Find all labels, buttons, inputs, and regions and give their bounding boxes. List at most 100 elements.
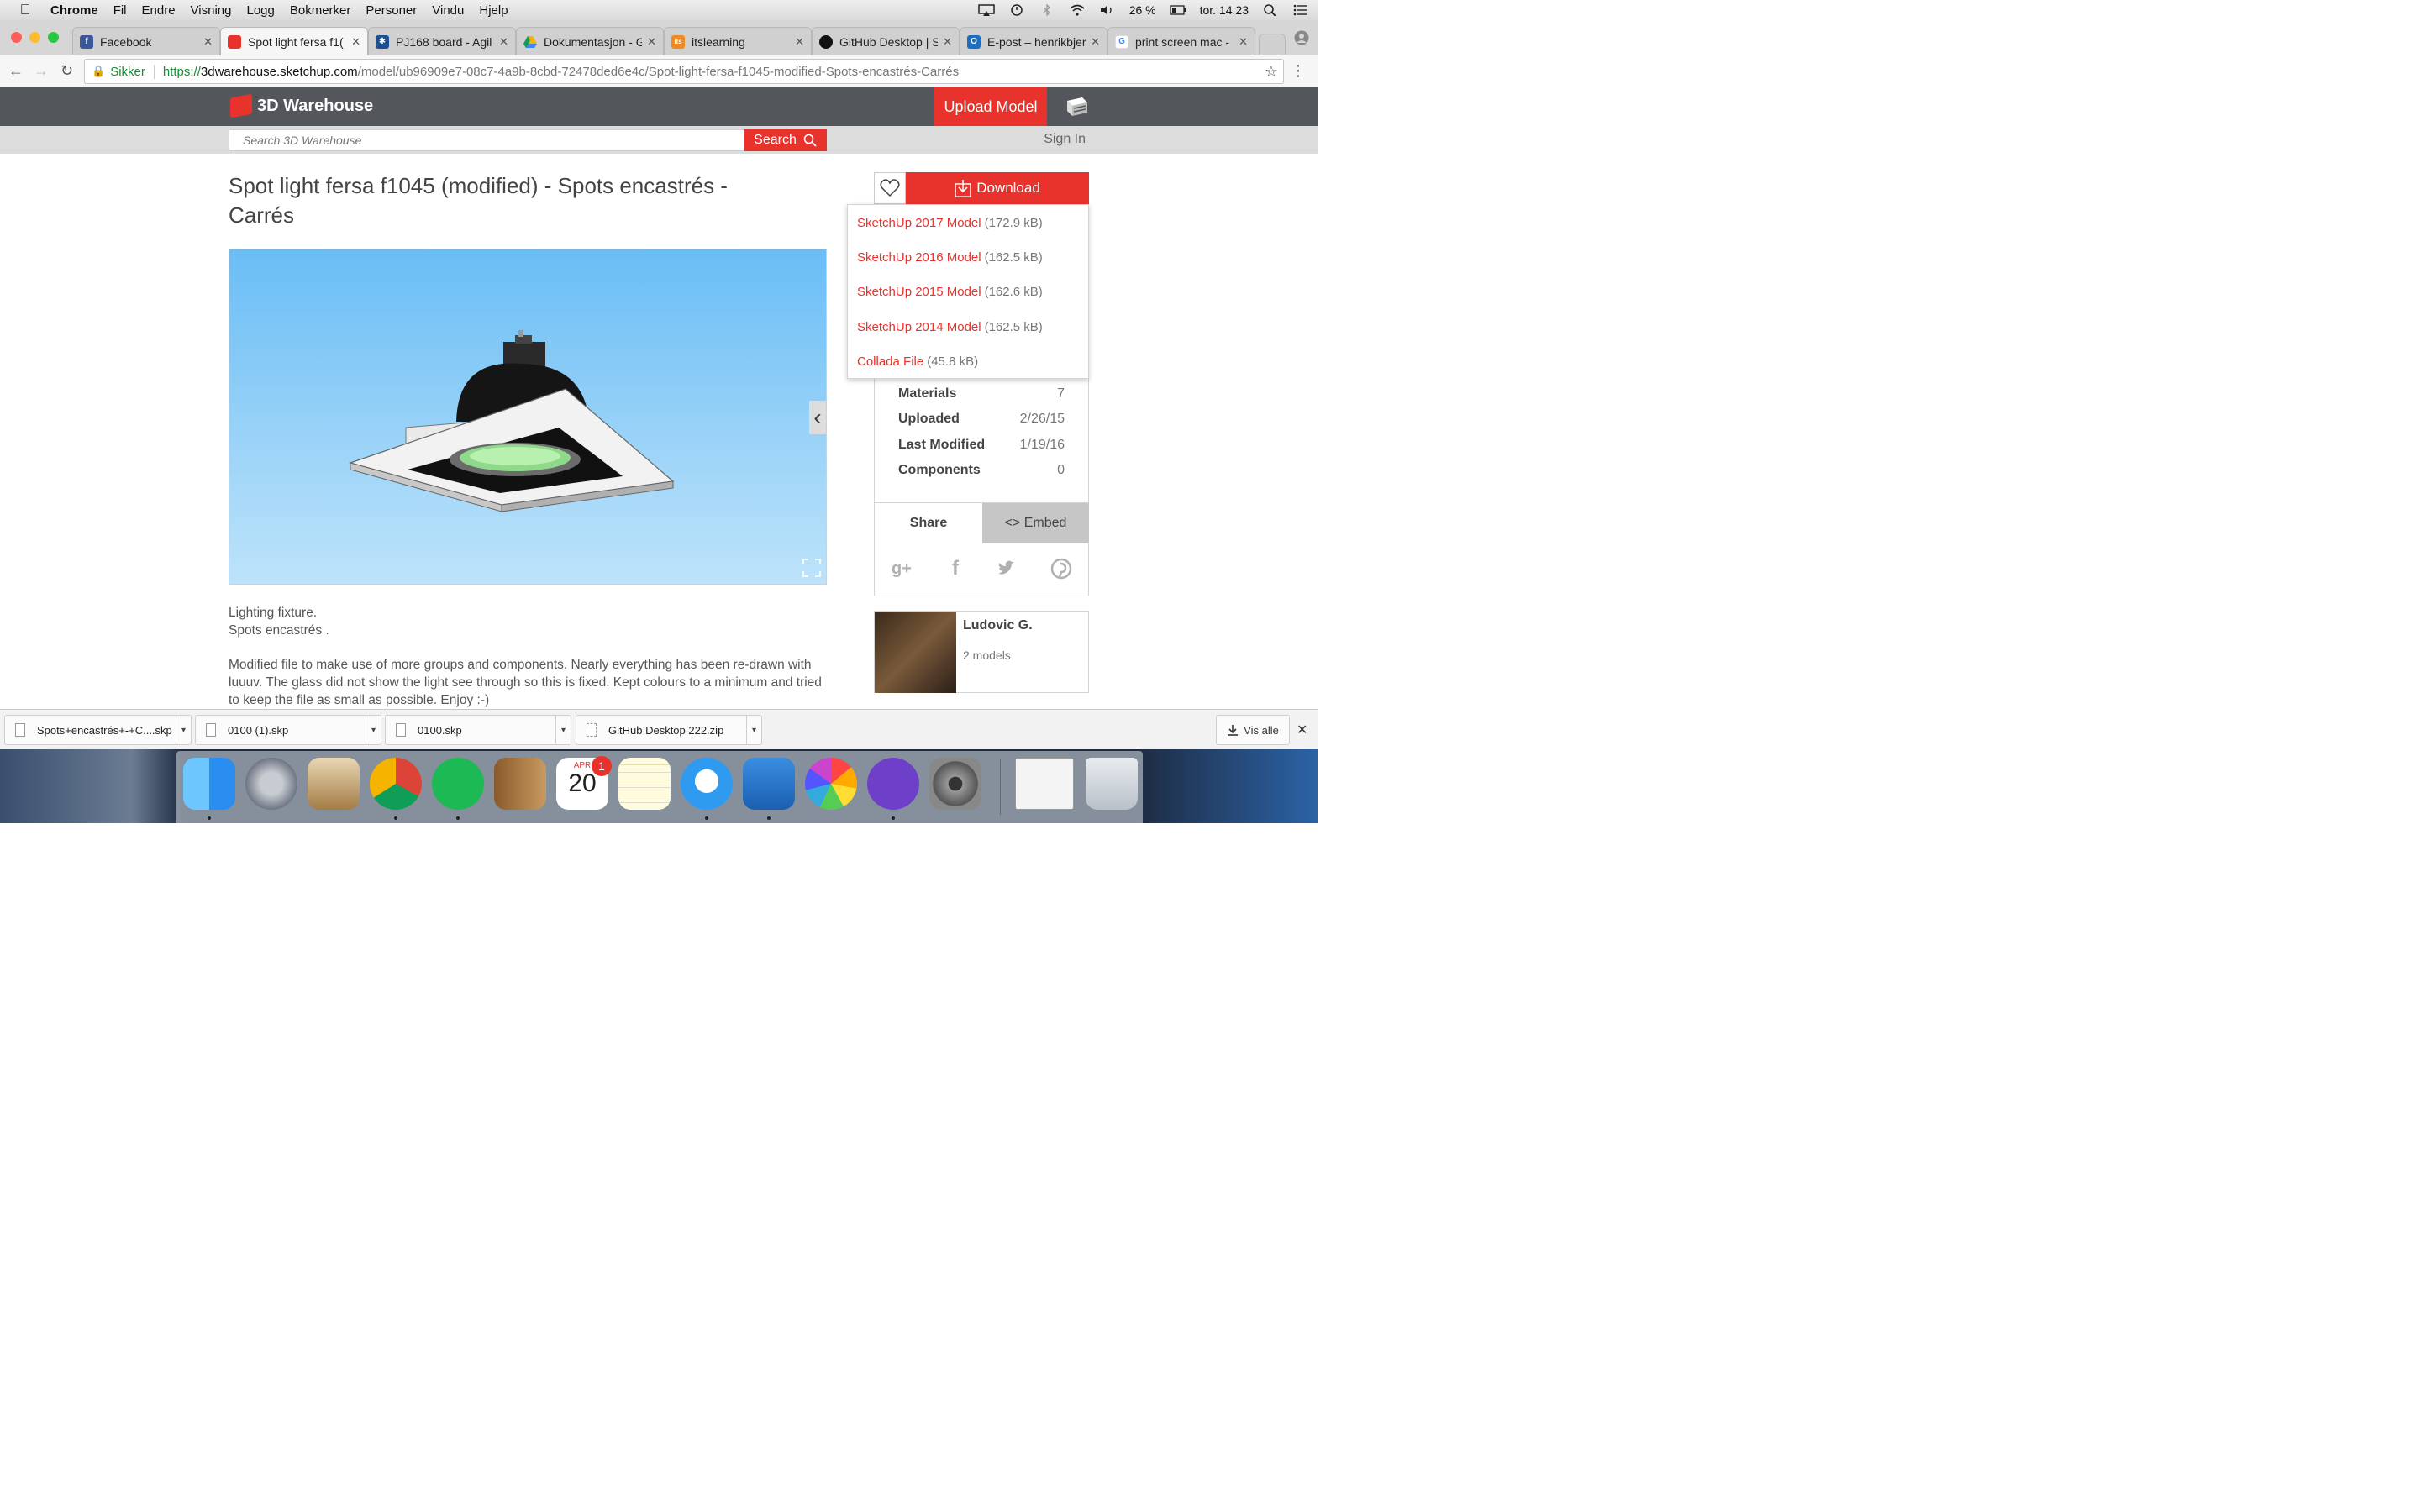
clock[interactable]: tor. 14.23 [1200,3,1249,17]
tab-close-icon[interactable]: ✕ [499,35,508,49]
bluetooth-icon[interactable] [1039,4,1055,16]
download-item[interactable]: Spots+encastrés+-+C....skp ▾ [4,715,192,745]
author-card[interactable]: Ludovic G. 2 models [874,611,1089,693]
upload-model-button[interactable]: Upload Model [934,87,1047,126]
pinterest-icon[interactable] [1050,557,1073,580]
time-machine-icon[interactable] [1008,4,1025,16]
tab-close-icon[interactable]: ✕ [1091,35,1100,49]
openoffice-icon[interactable] [743,758,795,810]
download-item[interactable]: GitHub Desktop 222.zip ▾ [576,715,762,745]
battery-percent[interactable]: 26 % [1129,3,1156,17]
tab-google-drive[interactable]: Dokumentasjon - G ✕ [516,27,664,55]
new-tab-button[interactable] [1259,34,1286,55]
search-button[interactable]: Search [744,129,827,151]
back-arrow-icon[interactable]: ← [8,62,24,80]
mail-icon[interactable] [308,758,360,810]
trash-icon[interactable] [1086,758,1138,810]
download-button[interactable]: Download [906,172,1089,204]
menu-app-name[interactable]: Chrome [50,3,98,18]
google-plus-icon[interactable]: g+ [890,557,913,580]
sign-in-link[interactable]: Sign In [1044,132,1086,147]
author-avatar[interactable] [875,612,956,693]
download-item[interactable]: 0100.skp ▾ [385,715,571,745]
notes-icon[interactable] [618,758,671,810]
menu-endre[interactable]: Endre [142,3,176,18]
twitter-icon[interactable] [996,557,1019,580]
search-input[interactable] [229,129,744,151]
viewer-collapse-chevron-icon[interactable]: ‹ [809,401,826,434]
tab-facebook[interactable]: f Facebook ✕ [72,27,220,55]
close-shelf-icon[interactable]: ✕ [1297,722,1307,738]
tab-close-icon[interactable]: ✕ [351,35,360,49]
author-name[interactable]: Ludovic G. [963,618,1033,633]
download-option-sketchup-2015[interactable]: SketchUp 2015 Model (162.6 kB) [857,285,1043,299]
download-option-name[interactable]: SketchUp 2015 Model [857,285,981,299]
tab-embed[interactable]: <> Embed [982,503,1089,543]
spotify-icon[interactable] [432,758,484,810]
minimize-window-button[interactable] [29,32,40,43]
document-icon[interactable] [1015,758,1074,810]
download-option-collada[interactable]: Collada File (45.8 kB) [857,354,978,369]
download-option-sketchup-2016[interactable]: SketchUp 2016 Model (162.5 kB) [857,250,1043,265]
tab-close-icon[interactable]: ✕ [203,35,213,49]
menu-fil[interactable]: Fil [113,3,127,18]
launchpad-icon[interactable] [245,758,297,810]
chevron-down-icon[interactable]: ▾ [555,716,571,744]
3dwarehouse-logo[interactable]: 3D Warehouse [230,93,373,118]
show-all-downloads-button[interactable]: Vis alle [1216,715,1290,745]
notification-center-icon[interactable] [1292,4,1309,16]
menu-vindu[interactable]: Vindu [432,3,464,18]
tab-close-icon[interactable]: ✕ [943,35,952,49]
volume-icon[interactable] [1099,4,1116,16]
tab-3dwarehouse[interactable]: Spot light fersa f1( ✕ [220,27,368,55]
chrome-menu-icon[interactable]: ⋮ [1291,62,1306,80]
tab-google-search[interactable]: G print screen mac - ✕ [1107,27,1255,55]
chrome-icon[interactable] [370,758,422,810]
download-option-name[interactable]: SketchUp 2014 Model [857,320,981,334]
download-option-name[interactable]: SketchUp 2016 Model [857,250,981,265]
tab-github-desktop[interactable]: GitHub Desktop | S ✕ [812,27,960,55]
close-window-button[interactable] [11,32,22,43]
github-desktop-icon[interactable] [867,758,919,810]
download-option-sketchup-2017[interactable]: SketchUp 2017 Model (172.9 kB) [857,216,1043,230]
system-preferences-icon[interactable] [929,758,981,810]
model-3d-viewer[interactable]: ‹ [229,249,827,585]
tab-jira[interactable]: ✱ PJ168 board - Agil ✕ [368,27,516,55]
tab-close-icon[interactable]: ✕ [1239,35,1248,49]
bookmark-star-icon[interactable]: ☆ [1265,63,1278,81]
finder-icon[interactable] [183,758,235,810]
menu-visning[interactable]: Visning [191,3,232,18]
photos-icon[interactable] [805,758,857,810]
chevron-down-icon[interactable]: ▾ [176,716,191,744]
contacts-icon[interactable] [494,758,546,810]
download-option-name[interactable]: Collada File [857,354,923,369]
like-button[interactable] [874,172,906,204]
forward-arrow-icon[interactable]: → [34,62,49,80]
tab-itslearning[interactable]: its itslearning ✕ [664,27,812,55]
messages-icon[interactable] [681,758,733,810]
tab-outlook[interactable]: O E-post – henrikbjer ✕ [960,27,1107,55]
spotlight-search-icon[interactable] [1262,4,1279,16]
facebook-icon[interactable]: f [944,557,967,580]
battery-icon[interactable] [1169,4,1186,16]
menu-personer[interactable]: Personer [366,3,417,18]
wifi-icon[interactable] [1069,4,1086,16]
menu-bokmerker[interactable]: Bokmerker [290,3,351,18]
sketchup-icon[interactable] [1064,96,1089,118]
menu-logg[interactable]: Logg [246,3,274,18]
zoom-window-button[interactable] [48,32,59,43]
apple-menu-icon[interactable]:  [0,2,50,18]
menu-hjelp[interactable]: Hjelp [479,3,508,18]
profile-icon[interactable] [1294,30,1309,45]
download-option-name[interactable]: SketchUp 2017 Model [857,216,981,230]
chevron-down-icon[interactable]: ▾ [366,716,381,744]
fullscreen-expand-icon[interactable] [802,559,821,577]
tab-close-icon[interactable]: ✕ [647,35,656,49]
download-option-sketchup-2014[interactable]: SketchUp 2014 Model (162.5 kB) [857,320,1043,334]
tab-share[interactable]: Share [875,503,982,543]
reload-icon[interactable]: ↻ [60,62,73,80]
download-item[interactable]: 0100 (1).skp ▾ [195,715,381,745]
airplay-icon[interactable] [977,4,995,16]
author-model-count[interactable]: 2 models [963,648,1011,662]
address-bar[interactable]: 🔒 Sikker https:// 3dwarehouse.sketchup.c… [84,59,1284,84]
